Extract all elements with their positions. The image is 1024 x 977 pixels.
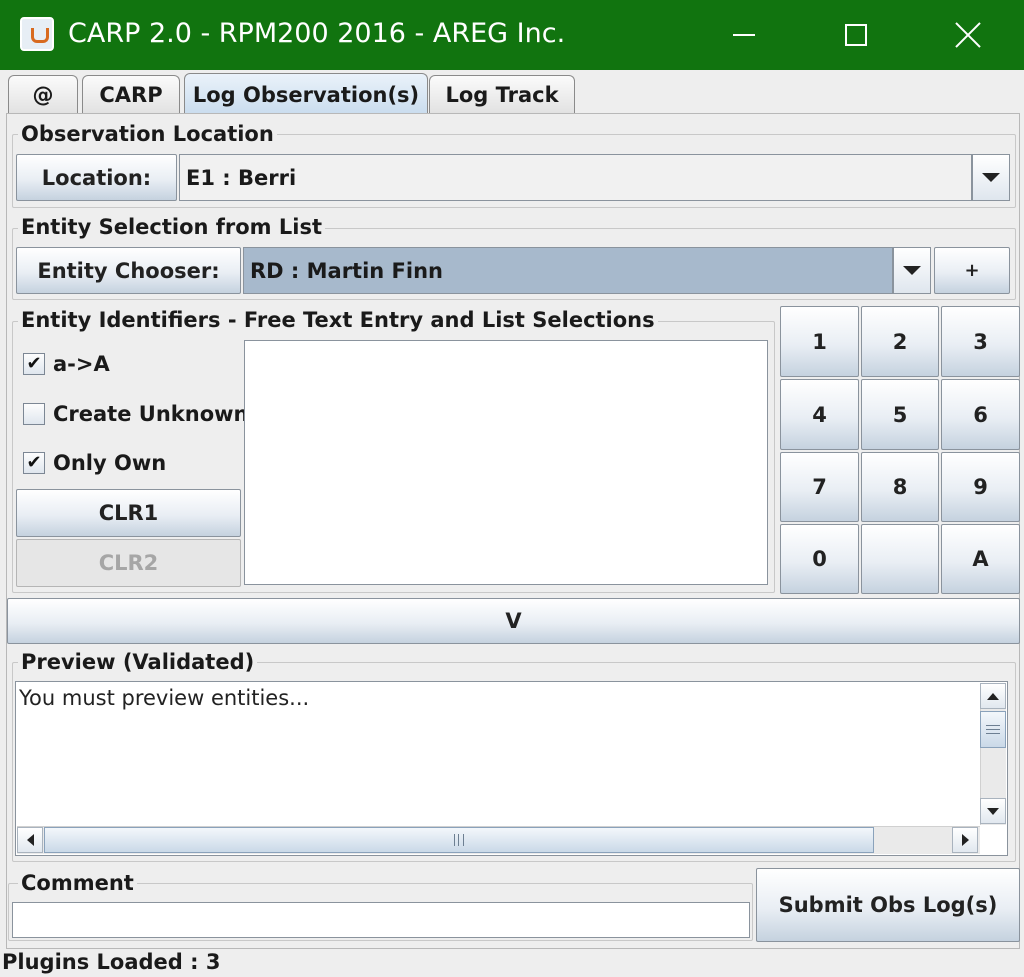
window-title: CARP 2.0 - RPM200 2016 - AREG Inc.: [68, 18, 566, 49]
minimize-icon: [733, 34, 755, 36]
keypad-1[interactable]: 1: [780, 306, 859, 377]
arrow-up-icon: [987, 692, 999, 700]
checkbox-only-own[interactable]: ✔ Only Own: [23, 451, 166, 475]
arrow-down-icon: [987, 807, 999, 815]
arrow-right-icon: [961, 834, 969, 846]
entity-identifiers-textarea[interactable]: [244, 340, 768, 585]
checkbox-create-unknown[interactable]: Create Unknown: [23, 402, 248, 426]
keypad-2[interactable]: 2: [861, 306, 939, 377]
validate-button[interactable]: V: [7, 598, 1020, 644]
close-icon: [955, 22, 981, 48]
grip-icon: [986, 725, 1000, 734]
preview-text: You must preview entities...: [19, 686, 310, 710]
scroll-down-button[interactable]: [980, 798, 1006, 824]
tab-log-observations[interactable]: Log Observation(s): [184, 73, 428, 115]
checkbox-label: Create Unknown: [53, 402, 249, 426]
clr2-button[interactable]: CLR2: [16, 539, 241, 587]
comment-input[interactable]: [12, 902, 750, 938]
maximize-icon: [845, 24, 867, 46]
keypad-0[interactable]: 0: [780, 524, 859, 594]
location-select[interactable]: E1 : Berri: [179, 154, 972, 201]
checkbox-label: Only Own: [53, 451, 167, 475]
location-button[interactable]: Location:: [16, 154, 177, 201]
status-bar: Plugins Loaded : 3: [2, 950, 221, 974]
close-button[interactable]: [912, 0, 1024, 70]
checkbox-checked-icon[interactable]: ✔: [23, 452, 45, 474]
tab-carp[interactable]: CARP: [82, 75, 180, 113]
horizontal-scroll-thumb[interactable]: [44, 827, 874, 853]
submit-obs-log-button[interactable]: Submit Obs Log(s): [756, 868, 1020, 942]
comment-legend: Comment: [18, 871, 137, 895]
keypad-9[interactable]: 9: [941, 452, 1020, 522]
tab-log-track[interactable]: Log Track: [429, 75, 575, 113]
java-app-icon: [20, 17, 54, 51]
scroll-up-button[interactable]: [980, 683, 1006, 709]
keypad-3[interactable]: 3: [941, 306, 1020, 377]
maximize-button[interactable]: [800, 0, 912, 70]
grip-icon: [454, 834, 464, 846]
keypad-A[interactable]: A: [941, 524, 1020, 594]
observation-location-legend: Observation Location: [18, 122, 277, 146]
keypad-4[interactable]: 4: [780, 379, 859, 450]
keypad-5[interactable]: 5: [861, 379, 939, 450]
scroll-right-button[interactable]: [952, 827, 978, 853]
title-bar: CARP 2.0 - RPM200 2016 - AREG Inc.: [0, 0, 1024, 70]
preview-legend: Preview (Validated): [18, 650, 258, 674]
keypad-8[interactable]: 8: [861, 452, 939, 522]
scroll-left-button[interactable]: [17, 827, 43, 853]
entity-chooser-select[interactable]: RD : Martin Finn: [243, 247, 893, 294]
chevron-down-icon: [982, 173, 1000, 182]
chevron-down-icon: [903, 266, 921, 275]
clr1-button[interactable]: CLR1: [16, 489, 241, 537]
checkbox-a-to-A[interactable]: ✔ a->A: [23, 352, 110, 376]
checkbox-checked-icon[interactable]: ✔: [23, 353, 45, 375]
entity-selection-legend: Entity Selection from List: [18, 215, 325, 239]
entity-identifiers-legend: Entity Identifiers - Free Text Entry and…: [18, 308, 658, 332]
keypad-7[interactable]: 7: [780, 452, 859, 522]
tab-at[interactable]: @: [8, 75, 78, 113]
location-dropdown-button[interactable]: [972, 154, 1010, 201]
checkbox-unchecked-icon[interactable]: [23, 403, 45, 425]
keypad-blank[interactable]: [861, 524, 939, 594]
vertical-scroll-thumb[interactable]: [980, 711, 1006, 748]
minimize-button[interactable]: [688, 0, 800, 70]
entity-chooser-button[interactable]: Entity Chooser:: [16, 247, 241, 294]
add-entity-button[interactable]: +: [934, 247, 1010, 294]
keypad-6[interactable]: 6: [941, 379, 1020, 450]
checkbox-label: a->A: [53, 352, 110, 376]
arrow-left-icon: [26, 834, 34, 846]
entity-dropdown-button[interactable]: [893, 247, 931, 294]
